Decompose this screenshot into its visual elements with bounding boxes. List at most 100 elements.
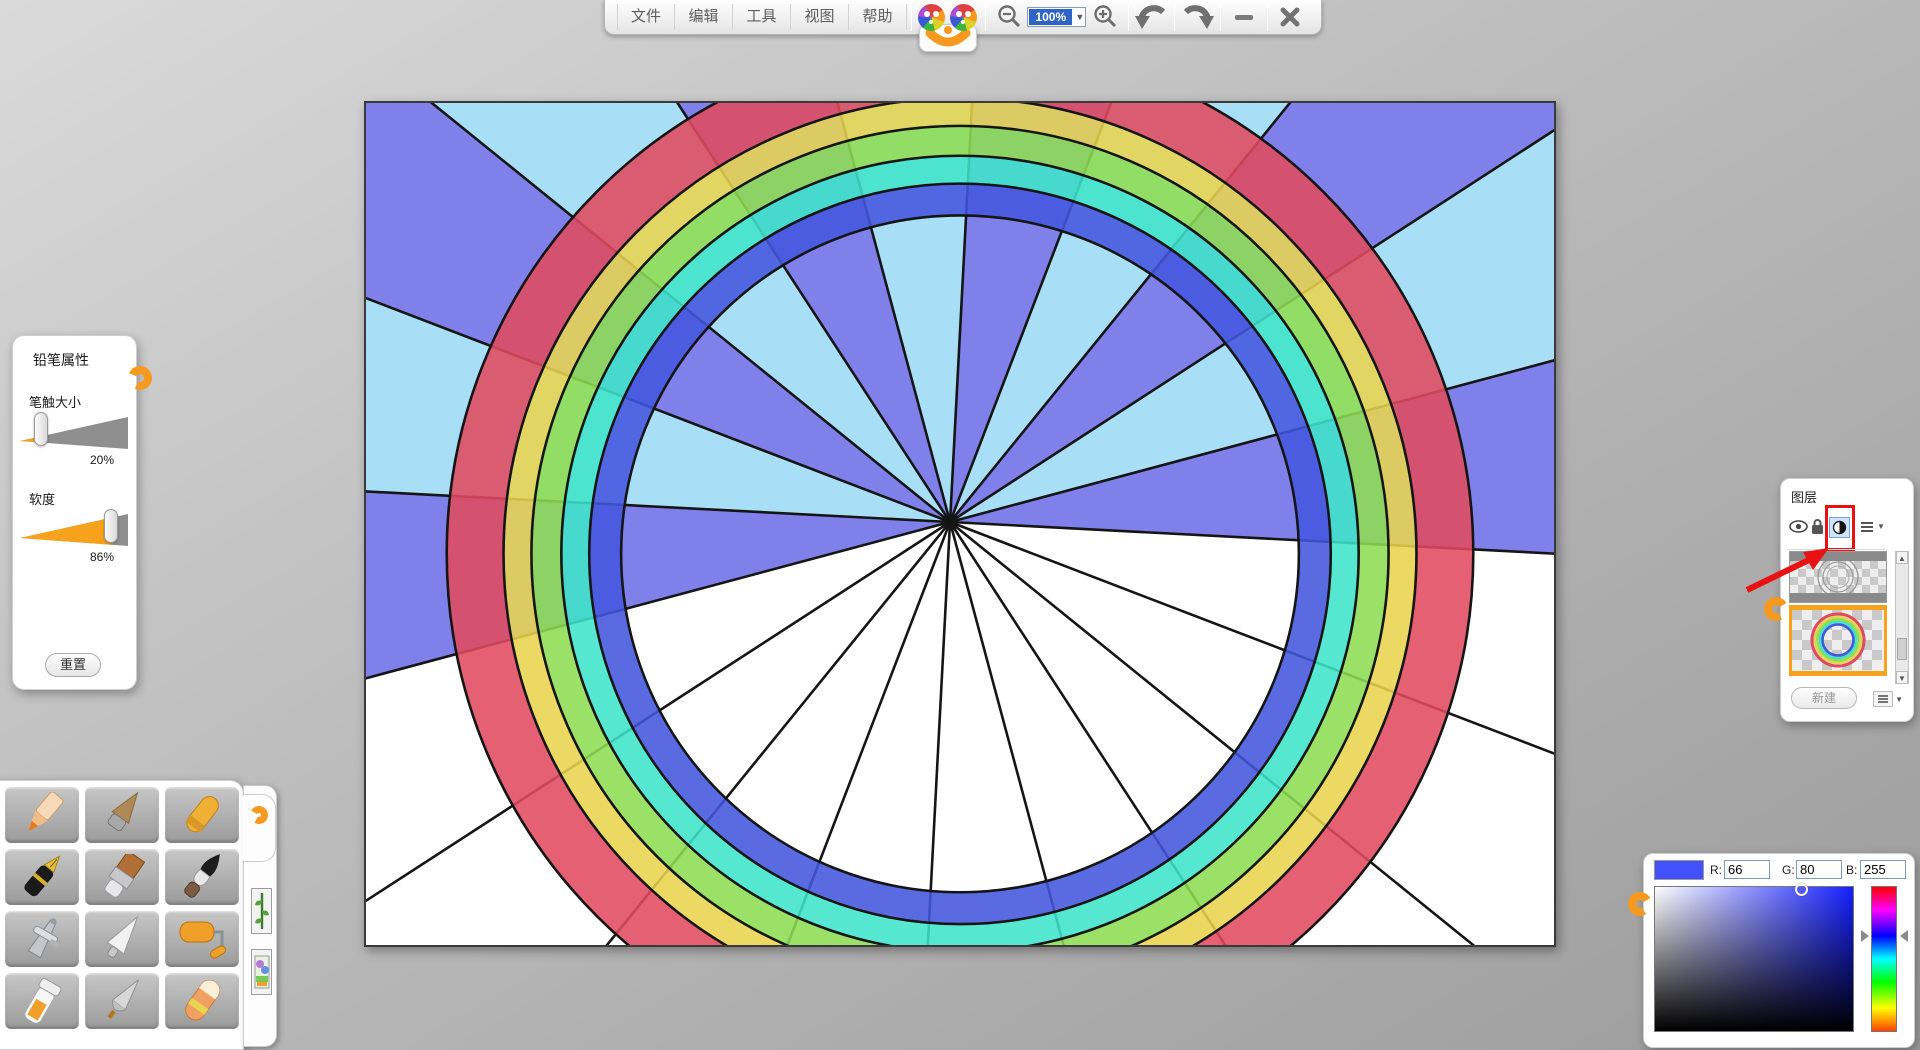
eraser-icon [170, 978, 234, 1024]
green-input[interactable] [1796, 860, 1842, 879]
menu-file[interactable]: 文件 [617, 4, 675, 30]
minimize-button[interactable] [1225, 3, 1262, 31]
picture-stamp-button[interactable] [251, 949, 272, 995]
airbrush-icon [10, 916, 74, 962]
red-input[interactable] [1724, 860, 1770, 879]
crayon-icon [170, 792, 234, 838]
menu-edit[interactable]: 编辑 [675, 4, 733, 30]
visibility-eye-icon[interactable] [1789, 519, 1808, 534]
tool-palette-knife[interactable] [85, 911, 159, 967]
reset-button[interactable]: 重置 [45, 653, 101, 677]
tool-paint-tube[interactable] [5, 973, 79, 1029]
zoom-in-button[interactable] [1086, 3, 1123, 31]
panel-drag-handle[interactable] [1761, 594, 1790, 623]
layers-scrollbar[interactable]: ▲ ▼ [1895, 551, 1909, 684]
plant-stamp-icon [254, 891, 270, 931]
hue-marker-left[interactable] [1861, 930, 1869, 942]
lock-icon[interactable] [1810, 518, 1825, 535]
tool-eraser[interactable] [165, 973, 239, 1029]
list-icon [1877, 694, 1889, 704]
pencil-properties-panel: 铅笔属性 笔触大小 20% 软度 86% 重置 [12, 335, 137, 690]
layers-panel: 图层 ▼ [1780, 478, 1914, 722]
blue-input[interactable] [1860, 860, 1906, 879]
tool-paint-roller[interactable] [165, 911, 239, 967]
main-toolbar: 文件 编辑 工具 视图 帮助 100% ▼ [604, 0, 1322, 35]
palette-knife-icon [90, 916, 154, 962]
paint-canvas[interactable] [364, 101, 1556, 947]
layer-item-sketch[interactable] [1789, 551, 1887, 603]
blue-label: B: [1846, 863, 1857, 877]
tool-sprayer[interactable] [85, 973, 159, 1029]
toolbar-separator [911, 3, 912, 31]
chevron-down-icon[interactable]: ▼ [1895, 695, 1903, 704]
tool-flat-brush[interactable] [85, 849, 159, 905]
zoom-level-field[interactable]: 100% ▼ [1027, 7, 1086, 27]
fountain-pen-icon [10, 854, 74, 900]
toolbar-separator [985, 3, 986, 31]
plant-stamp-button[interactable] [251, 888, 272, 934]
rainbow-wheel-drawing [366, 103, 1554, 945]
chevron-down-icon[interactable]: ▼ [1877, 522, 1885, 531]
softness-value: 86% [13, 550, 114, 564]
new-layer-button[interactable]: 新建 [1791, 687, 1857, 709]
softness-label: 软度 [29, 489, 136, 508]
brush-size-slider-thumb[interactable] [34, 412, 48, 446]
tool-crayon[interactable] [165, 787, 239, 843]
divider [1787, 549, 1887, 550]
saturation-value-square[interactable] [1654, 886, 1854, 1032]
hue-marker-right[interactable] [1900, 930, 1908, 942]
hue-bar[interactable] [1871, 886, 1897, 1032]
close-icon [1279, 6, 1301, 28]
tool-charcoal[interactable] [85, 787, 159, 843]
zoom-out-button[interactable] [990, 3, 1027, 31]
undo-icon [1134, 2, 1168, 32]
chevron-down-icon[interactable]: ▼ [1075, 12, 1084, 22]
tool-pencil[interactable] [5, 787, 79, 843]
toolbar-separator [1174, 3, 1175, 31]
ink-brush-icon [170, 854, 234, 900]
softness-slider-thumb[interactable] [104, 509, 118, 543]
current-color-swatch [1654, 860, 1704, 880]
brush-size-slider[interactable] [18, 413, 130, 453]
toolbar-separator [1220, 3, 1221, 31]
flat-brush-icon [90, 854, 154, 900]
layer-options-button[interactable] [1873, 691, 1893, 707]
tool-ink-brush[interactable] [165, 849, 239, 905]
tool-airbrush[interactable] [5, 911, 79, 967]
menu-help[interactable]: 帮助 [849, 4, 907, 30]
zoom-out-icon [996, 4, 1022, 30]
brush-size-value: 20% [13, 453, 114, 467]
redo-button[interactable] [1179, 3, 1216, 31]
mascot-face-1-icon[interactable] [918, 4, 945, 31]
picture-stamp-icon [254, 952, 270, 992]
green-label: G: [1782, 863, 1795, 877]
softness-slider[interactable] [18, 510, 130, 550]
menu-view[interactable]: 视图 [791, 4, 849, 30]
tool-fountain-pen[interactable] [5, 849, 79, 905]
toolbar-separator [1267, 3, 1268, 31]
paint-tube-icon [10, 978, 74, 1024]
menu-tools[interactable]: 工具 [733, 4, 791, 30]
layer-list-menu-icon[interactable] [1860, 521, 1874, 533]
layer-item-rainbow[interactable] [1789, 605, 1887, 676]
toolbar-separator [1128, 3, 1129, 31]
scrollbar-thumb[interactable] [1897, 638, 1907, 660]
close-button[interactable] [1272, 3, 1309, 31]
zoom-level-value: 100% [1029, 9, 1072, 25]
red-label: R: [1710, 863, 1722, 877]
charcoal-icon [90, 792, 154, 838]
panel-drag-handle[interactable] [1625, 889, 1654, 918]
undo-button[interactable] [1133, 3, 1170, 31]
color-cursor[interactable] [1795, 883, 1808, 896]
pencil-panel-title: 铅笔属性 [33, 350, 136, 370]
mascot-face-2-icon[interactable] [950, 4, 977, 31]
paint-roller-icon [170, 916, 234, 962]
layers-panel-title: 图层 [1791, 487, 1913, 506]
mascot-buttons[interactable] [916, 0, 981, 35]
scroll-up-icon[interactable]: ▲ [1896, 551, 1908, 564]
color-picker-panel: R: G: B: [1643, 853, 1915, 1048]
scroll-down-icon[interactable]: ▼ [1896, 671, 1908, 684]
pencil-icon [10, 792, 74, 838]
app-window: 文件 编辑 工具 视图 帮助 100% ▼ [0, 0, 1920, 1050]
palette-side-tab [243, 785, 277, 1047]
